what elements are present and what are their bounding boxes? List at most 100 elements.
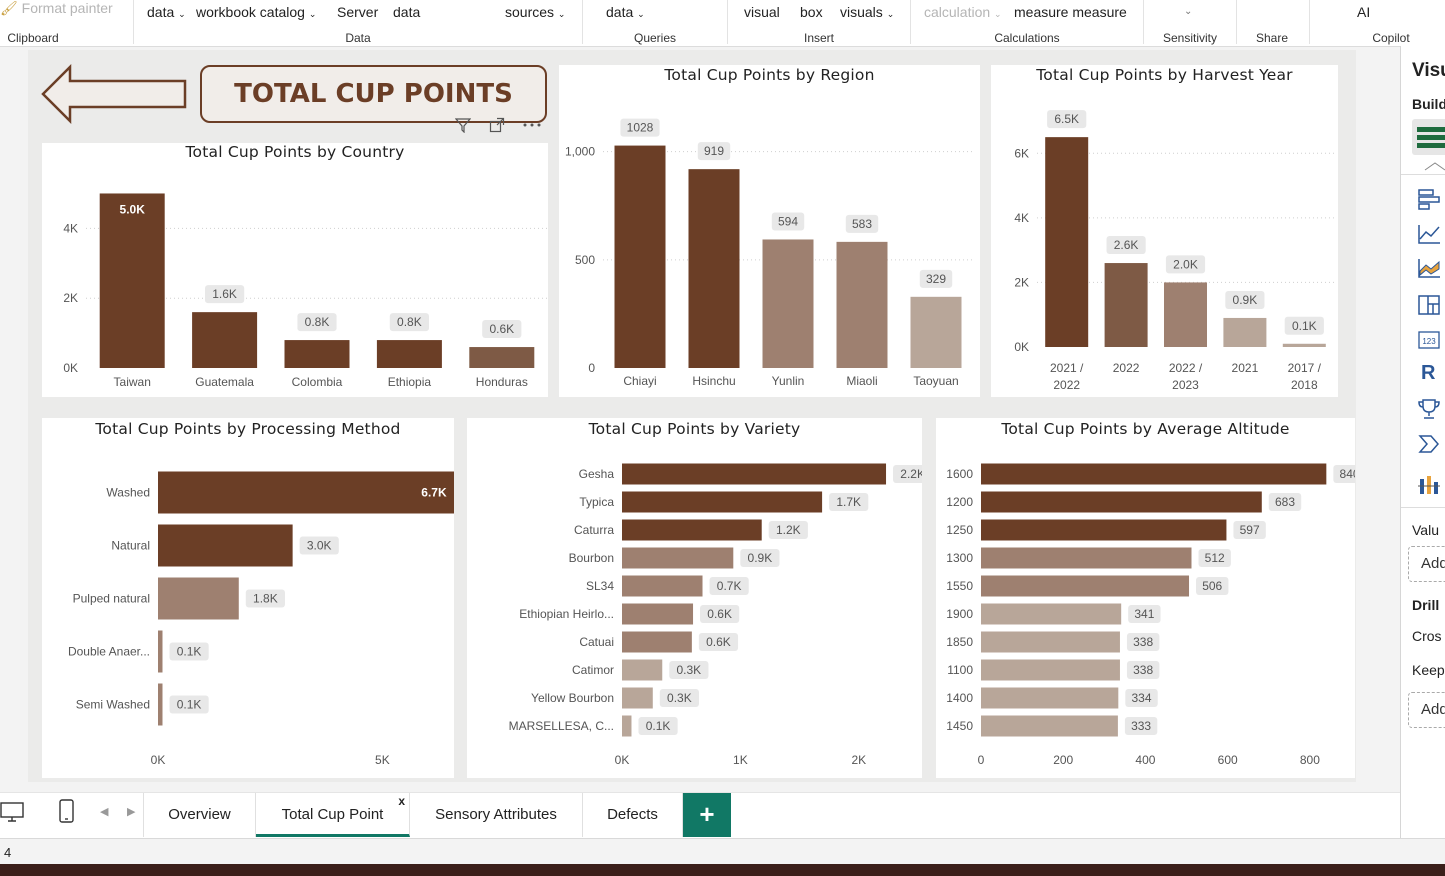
bar	[158, 630, 163, 673]
refresh-data-button[interactable]: data ⌄	[606, 4, 645, 20]
chevron-up-icon[interactable]	[1423, 161, 1445, 171]
bar	[981, 631, 1120, 653]
trophy-icon[interactable]	[1417, 398, 1441, 420]
close-icon[interactable]: x	[398, 779, 405, 823]
stacked-bar-icon[interactable]	[1417, 188, 1441, 210]
get-data-button[interactable]: data ⌄	[147, 4, 186, 20]
y-tick-label: 1400	[946, 691, 973, 705]
tab-sensory-attributes[interactable]: Sensory Attributes	[410, 793, 583, 837]
bar	[762, 239, 814, 368]
data-label: 0.9K	[748, 551, 773, 565]
tab-total-cup-point[interactable]: Total Cup Point x	[256, 793, 410, 837]
card-icon[interactable]: 123	[1417, 329, 1441, 351]
x-tick-label: 2022	[1113, 361, 1140, 375]
data-label: 6.7K	[421, 486, 447, 500]
chart-variety-plot: 0K 1K 2K Gesha 2.2K Typica 1.7K Caturra 1.2K Bour…	[509, 463, 922, 767]
recent-sources-button[interactable]: sources ⌄	[505, 4, 565, 20]
chart-variety[interactable]: Total Cup Points by Variety 0K 1K 2K Gesha 2…	[467, 418, 922, 778]
divider	[1401, 507, 1445, 508]
data-label: 0.1K	[177, 645, 202, 659]
bar	[284, 340, 350, 368]
chart-harvest-year[interactable]: Total Cup Points by Harvest Year 0K 2K 4K 6…	[991, 65, 1338, 397]
data-label: 1.7K	[836, 495, 861, 509]
chart-process-plot: 0K 5K Washed 6.7K Natural 3.0K Pulped natural 1…	[68, 471, 454, 767]
x-tick-label: 2023	[1172, 378, 1199, 392]
treemap-icon[interactable]	[1417, 294, 1441, 316]
mobile-layout-icon[interactable]	[58, 799, 76, 825]
brush-icon: 🖌	[0, 0, 18, 16]
bar	[981, 491, 1262, 513]
y-tick-label: 1100	[947, 663, 973, 677]
more-options-icon[interactable]	[522, 117, 542, 133]
chart-country[interactable]: Total Cup Points by Country 0K 2K 4K 5.0K Ta…	[42, 143, 548, 397]
add-data-fields-well[interactable]: Add	[1408, 546, 1445, 582]
y-tick-label: 0K	[63, 361, 78, 375]
chevron-down-icon: ⌄	[637, 9, 645, 19]
data-label: 597	[1240, 523, 1260, 537]
data-label: 334	[1131, 691, 1151, 705]
format-painter-button[interactable]: 🖌 Format painter	[0, 0, 113, 17]
x-tick-label: Colombia	[292, 375, 343, 389]
new-visual-button[interactable]: visual	[744, 4, 780, 20]
focus-mode-icon[interactable]	[489, 117, 505, 133]
y-tick-label: 1850	[946, 635, 973, 649]
x-tick-label: Ethiopia	[388, 375, 432, 389]
back-arrow-button[interactable]	[40, 64, 188, 124]
tab-overview[interactable]: Overview	[144, 793, 256, 837]
tab-defects[interactable]: Defects	[583, 793, 683, 837]
line-chart-icon[interactable]	[1417, 223, 1441, 245]
bar	[836, 241, 888, 368]
y-tick-label: 2K	[63, 291, 78, 305]
desktop-layout-icon[interactable]	[0, 801, 26, 825]
x-tick-label: 0K	[615, 753, 630, 767]
ribbon: 🖌 Format painter data ⌄ workbook catalog…	[0, 0, 1445, 47]
y-tick-label: MARSELLESA, C...	[509, 719, 614, 733]
scroll-right-icon[interactable]: ▶	[127, 805, 135, 818]
stacked-column-chart-icon[interactable]	[1412, 119, 1445, 155]
bar	[688, 169, 740, 368]
ribbon-chart-icon[interactable]	[1417, 257, 1441, 279]
group-label-queries: Queries	[633, 31, 677, 45]
workbook-catalog-button[interactable]: workbook catalog ⌄	[196, 4, 316, 20]
cross-report-label: Cros	[1412, 628, 1442, 644]
y-tick-label: 4K	[1014, 211, 1029, 225]
sql-server-button[interactable]: Server	[337, 4, 378, 20]
bar	[622, 659, 663, 681]
visual-header	[453, 116, 548, 134]
text-box-button[interactable]: box	[800, 4, 823, 20]
chevron-down-icon[interactable]: ⌄	[1184, 6, 1192, 17]
enter-data-button[interactable]: data	[393, 4, 420, 20]
data-label: 1.6K	[212, 287, 237, 301]
more-visuals-icon[interactable]	[1417, 474, 1441, 496]
data-label: 329	[926, 272, 946, 286]
chart-altitude[interactable]: Total Cup Points by Average Altitude 0 20…	[936, 418, 1355, 778]
quick-measure-button[interactable]: measure measure	[1014, 4, 1127, 20]
chart-country-plot: 0K 2K 4K 5.0K Taiwan 1.6K Guatemala 0.8K Colombi…	[63, 193, 548, 389]
arrow-left-icon	[41, 64, 187, 124]
bar	[1164, 282, 1207, 347]
new-calculation-button[interactable]: calculation ⌄	[924, 4, 1002, 20]
copilot-button[interactable]: AI	[1357, 4, 1370, 20]
r-visual-icon[interactable]: R	[1421, 362, 1435, 385]
data-label: 2.6K	[1114, 238, 1139, 252]
bar	[614, 145, 666, 368]
add-page-button[interactable]: +	[683, 793, 731, 837]
report-canvas: TOTAL CUP POINTS Total Cup Points by Cou…	[28, 50, 1356, 782]
chart-region[interactable]: Total Cup Points by Region 0 500 1,000 1028…	[559, 65, 980, 397]
bar	[622, 603, 694, 625]
data-label: 1028	[627, 121, 654, 135]
y-tick-label: 2K	[1014, 275, 1029, 289]
data-label: 0.3K	[667, 691, 692, 705]
ribbon-separator	[582, 0, 583, 44]
power-automate-icon[interactable]	[1417, 433, 1441, 455]
data-label: 0.3K	[677, 663, 702, 677]
x-tick-label: 2021 /	[1050, 361, 1084, 375]
chart-processing-method[interactable]: Total Cup Points by Processing Method 0K…	[42, 418, 454, 778]
add-drillthrough-well[interactable]: Add	[1408, 692, 1445, 728]
filter-icon[interactable]	[455, 117, 471, 133]
bar	[981, 715, 1118, 737]
more-visuals-button[interactable]: visuals ⌄	[840, 4, 894, 20]
data-label: 338	[1133, 663, 1153, 677]
scroll-left-icon[interactable]: ◀	[100, 805, 108, 818]
data-label: 0.9K	[1233, 293, 1258, 307]
